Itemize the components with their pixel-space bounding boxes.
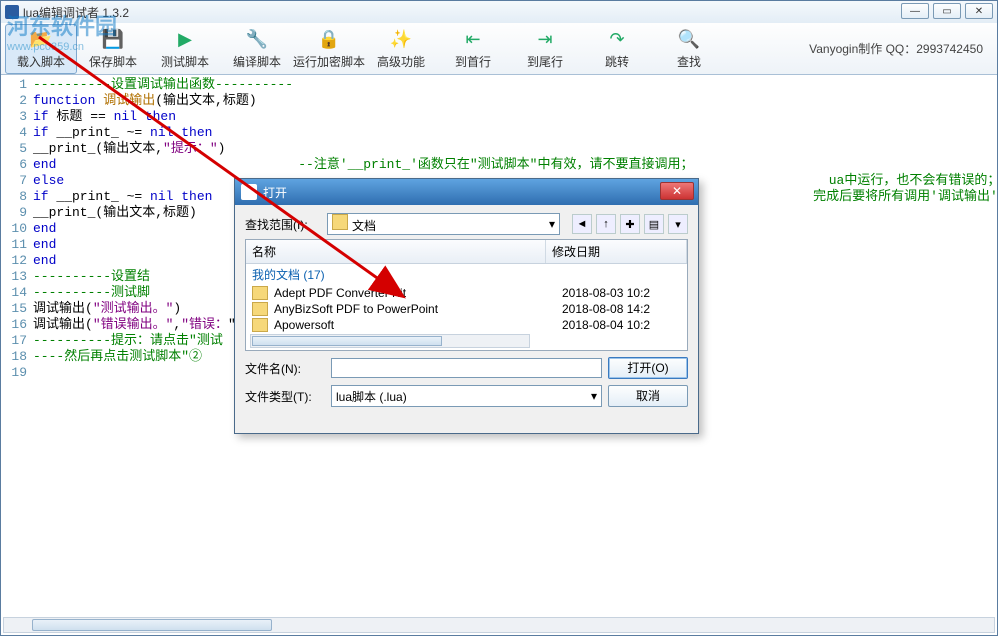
toolbar-编译脚本[interactable]: 🔧编译脚本 (221, 24, 293, 74)
credit-text: Vanyogin制作 QQ：2993742450 (809, 40, 993, 57)
folder-icon (252, 286, 268, 300)
app-icon (5, 5, 19, 19)
file-list[interactable]: 名称 修改日期 我的文档 (17) Adept PDF Converter Ki… (245, 239, 688, 351)
dialog-close-button[interactable]: ✕ (660, 182, 694, 200)
cancel-button[interactable]: 取消 (608, 385, 688, 407)
close-button[interactable]: ✕ (965, 3, 993, 19)
toolbar-查找[interactable]: 🔍查找 (653, 24, 725, 74)
dialog-icon (241, 184, 257, 200)
chevron-down-icon: ▾ (591, 389, 597, 403)
folder-icon (252, 318, 268, 332)
scrollbar-thumb[interactable] (32, 619, 272, 631)
filelist-scroll-thumb[interactable] (252, 336, 442, 346)
toolbar-保存脚本[interactable]: 💾保存脚本 (77, 24, 149, 74)
toolbar-icon: 📂 (29, 27, 53, 51)
col-date[interactable]: 修改日期 (546, 240, 687, 263)
file-list-header[interactable]: 名称 修改日期 (246, 240, 687, 264)
file-item[interactable]: AnyBizSoft PDF to PowerPoint2018-08-08 1… (246, 301, 687, 317)
filelist-scrollbar[interactable] (250, 334, 530, 348)
titlebar: lua编辑调试者 1.3.2 — ▭ ✕ (1, 1, 997, 23)
toolbar-高级功能[interactable]: ✨高级功能 (365, 24, 437, 74)
maximize-button[interactable]: ▭ (933, 3, 961, 19)
toolbar-icon: ▶ (173, 27, 197, 51)
toolbar: 📂载入脚本💾保存脚本▶测试脚本🔧编译脚本🔒运行加密脚本✨高级功能⇤到首行⇥到尾行… (1, 23, 997, 75)
lookin-label: 查找范围(I): (245, 216, 321, 233)
app-title: lua编辑调试者 1.3.2 (23, 4, 129, 21)
line-gutter: 12345678910111213141516171819 (3, 77, 31, 381)
toolbar-icon: ⇤ (461, 27, 485, 51)
nav-back-button[interactable]: ◄ (572, 214, 592, 234)
dialog-titlebar[interactable]: 打开 ✕ (235, 179, 698, 205)
folder-icon (332, 214, 348, 230)
filename-input[interactable] (331, 358, 602, 378)
toolbar-icon: 🔍 (677, 27, 701, 51)
toolbar-跳转[interactable]: ↷跳转 (581, 24, 653, 74)
toolbar-icon: 💾 (101, 27, 125, 51)
toolbar-测试脚本[interactable]: ▶测试脚本 (149, 24, 221, 74)
dialog-title: 打开 (263, 184, 287, 201)
file-group: 我的文档 (17) (246, 264, 687, 285)
toolbar-到尾行[interactable]: ⇥到尾行 (509, 24, 581, 74)
filetype-label: 文件类型(T): (245, 388, 325, 405)
chevron-down-icon: ▾ (549, 217, 555, 231)
nav-newfolder-button[interactable]: ✚ (620, 214, 640, 234)
toolbar-运行加密脚本[interactable]: 🔒运行加密脚本 (293, 24, 365, 74)
nav-up-button[interactable]: ↑ (596, 214, 616, 234)
file-item[interactable]: Apowersoft2018-08-04 10:2 (246, 317, 687, 333)
main-window: lua编辑调试者 1.3.2 — ▭ ✕ 河东软件园 www.pc0359.cn… (0, 0, 998, 636)
filetype-combo[interactable]: lua脚本 (.lua) ▾ (331, 385, 602, 407)
open-dialog: 打开 ✕ 查找范围(I): 文档 ▾ ◄ ↑ ✚ ▤ ▾ (234, 178, 699, 434)
col-name[interactable]: 名称 (246, 240, 546, 263)
file-item[interactable]: Adept PDF Converter Kit2018-08-03 10:2 (246, 285, 687, 301)
filename-label: 文件名(N): (245, 360, 325, 377)
minimize-button[interactable]: — (901, 3, 929, 19)
open-button[interactable]: 打开(O) (608, 357, 688, 379)
folder-icon (252, 302, 268, 316)
nav-views-drop[interactable]: ▾ (668, 214, 688, 234)
lookin-combo[interactable]: 文档 ▾ (327, 213, 560, 235)
horizontal-scrollbar[interactable] (3, 617, 995, 633)
nav-views-button[interactable]: ▤ (644, 214, 664, 234)
toolbar-icon: 🔒 (317, 27, 341, 51)
toolbar-icon: ↷ (605, 27, 629, 51)
toolbar-到首行[interactable]: ⇤到首行 (437, 24, 509, 74)
toolbar-icon: ⇥ (533, 27, 557, 51)
toolbar-icon: ✨ (389, 27, 413, 51)
toolbar-载入脚本[interactable]: 📂载入脚本 (5, 24, 77, 74)
toolbar-icon: 🔧 (245, 27, 269, 51)
